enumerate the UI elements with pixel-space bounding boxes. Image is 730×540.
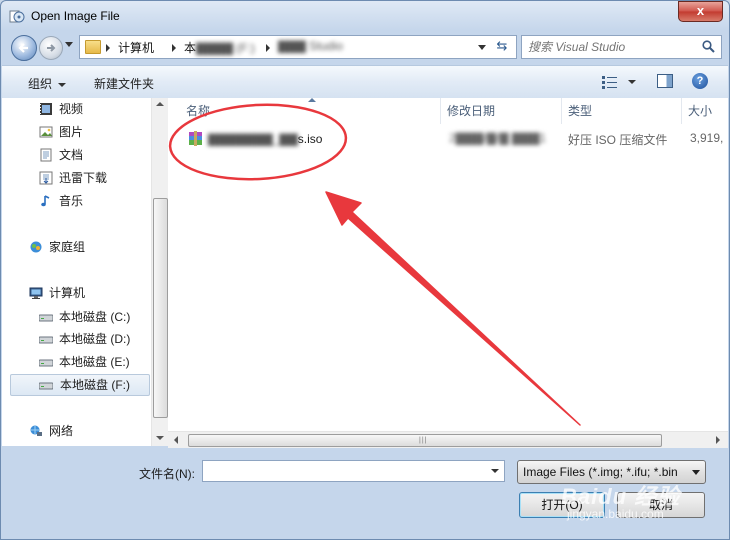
file-modified: 2▇▇▇/▇/▇ ▇▇▇1 — [449, 131, 547, 145]
scrollbar-thumb[interactable]: ||| — [188, 434, 662, 447]
archive-file-icon — [189, 131, 202, 146]
breadcrumb-separator-icon[interactable] — [266, 44, 270, 52]
sidebar-item-drive-f[interactable]: 本地磁盘 (F:) — [10, 374, 150, 396]
file-type-filter-value: Image Files (*.img; *.ifu; *.bin — [523, 465, 678, 479]
drive-icon — [39, 314, 53, 322]
file-list-hscrollbar[interactable]: ||| — [168, 431, 728, 448]
sidebar-item-label: 本地磁盘 (C:) — [59, 310, 131, 324]
scroll-left-icon[interactable] — [174, 436, 178, 444]
breadcrumb-folder[interactable]: ▇▇▇ Studio — [278, 39, 343, 53]
sidebar-item-label: 本地磁盘 (E:) — [59, 355, 130, 369]
scroll-down-icon[interactable] — [156, 436, 164, 440]
navigation-pane: 视频 图片 文档 迅雷下载 音乐 家庭组 计算机 本地磁盘 (C:) 本地磁盘 … — [2, 98, 152, 446]
download-icon — [39, 171, 53, 185]
refresh-icon[interactable]: ⇆ — [492, 38, 512, 55]
sidebar-item-label: 迅雷下载 — [59, 171, 108, 185]
organize-menu[interactable]: 组织 — [28, 75, 67, 92]
back-button[interactable] — [11, 35, 37, 61]
app-icon — [9, 10, 25, 23]
breadcrumb-drive[interactable]: 本▇▇▇▇ (F:) — [184, 39, 255, 56]
picture-icon — [39, 126, 53, 138]
close-icon: x — [696, 3, 705, 18]
column-header-type[interactable]: 类型 — [562, 98, 682, 124]
view-options-icon[interactable] — [602, 75, 618, 89]
forward-arrow-icon — [47, 44, 56, 52]
navigation-scrollbar[interactable] — [151, 98, 168, 446]
document-icon — [40, 148, 52, 162]
filename-label: 文件名(N): — [139, 467, 195, 481]
breadcrumb-drive-blurred: ▇▇▇▇ (F:) — [196, 41, 255, 55]
chevron-down-icon — [58, 82, 67, 87]
window-title: Open Image File — [31, 9, 120, 23]
video-icon — [40, 103, 52, 115]
command-bar: 组织 新建文件夹 ? — [2, 65, 728, 99]
chevron-down-icon — [692, 470, 700, 475]
column-header-modified[interactable]: 修改日期 — [441, 98, 562, 124]
sidebar-item-label: 视频 — [59, 102, 84, 116]
file-row[interactable]: ▇▇▇▇▇▇▇_▇▇s.iso 2▇▇▇/▇/▇ ▇▇▇1 好压 ISO 压缩文… — [168, 128, 728, 150]
search-box[interactable] — [521, 35, 722, 59]
drive-icon — [39, 336, 53, 344]
sidebar-item-label: 家庭组 — [49, 240, 86, 254]
computer-icon — [29, 287, 43, 299]
close-button[interactable]: x — [678, 1, 723, 22]
watermark-url: jingyan.baidu.com — [567, 507, 664, 521]
file-name-suffix: s.iso — [297, 132, 323, 146]
sidebar-item-label: 音乐 — [59, 194, 84, 208]
preview-pane-icon[interactable] — [657, 74, 673, 88]
search-icon[interactable] — [702, 40, 715, 53]
open-image-dialog: Open Image File x 计算机 本▇▇▇▇ (F:) ▇▇▇ Stu… — [0, 0, 730, 540]
organize-label: 组织 — [28, 77, 53, 91]
column-header-size[interactable]: 大小 — [682, 98, 728, 124]
chevron-down-icon[interactable] — [491, 469, 499, 473]
recent-pages-dropdown-icon[interactable] — [65, 42, 73, 47]
help-icon[interactable]: ? — [692, 73, 708, 89]
homegroup-icon — [30, 241, 42, 253]
file-name: ▇▇▇▇▇▇▇_▇▇s.iso — [208, 132, 322, 146]
network-icon — [30, 425, 42, 436]
sidebar-item-label: 本地磁盘 (F:) — [60, 378, 130, 392]
file-name-blurred: ▇▇▇▇▇▇▇_▇▇ — [208, 132, 298, 146]
scrollbar-thumb[interactable] — [153, 198, 168, 418]
title-bar: Open Image File x — [1, 1, 729, 31]
sidebar-item-label: 图片 — [59, 125, 84, 139]
grip-icon: ||| — [419, 437, 428, 444]
sidebar-item-label: 网络 — [49, 424, 74, 438]
sidebar-item-label: 计算机 — [49, 286, 86, 300]
scroll-up-icon[interactable] — [156, 102, 164, 106]
search-input[interactable] — [526, 38, 700, 56]
view-dropdown-icon[interactable] — [628, 80, 636, 84]
file-type: 好压 ISO 压缩文件 — [568, 133, 668, 147]
file-size: 3,919, — [690, 131, 724, 145]
music-icon — [41, 195, 50, 207]
sidebar-item-label: 文档 — [59, 148, 84, 162]
sidebar-item-label: 本地磁盘 (D:) — [59, 332, 131, 346]
drive-icon — [39, 359, 53, 367]
folder-icon — [85, 40, 101, 54]
filename-input[interactable] — [206, 463, 490, 481]
breadcrumb-drive-prefix: 本 — [184, 41, 197, 55]
forward-button[interactable] — [39, 36, 63, 60]
column-header-name[interactable]: 名称 — [180, 98, 441, 124]
address-dropdown-icon[interactable] — [478, 45, 486, 50]
breadcrumb-computer[interactable]: 计算机 — [118, 39, 154, 56]
scroll-right-icon[interactable] — [716, 436, 720, 444]
filename-combobox[interactable] — [202, 460, 505, 482]
address-bar[interactable]: 计算机 本▇▇▇▇ (F:) ▇▇▇ Studio ⇆ — [79, 35, 517, 59]
back-arrow-icon — [18, 43, 28, 53]
new-folder-button[interactable]: 新建文件夹 — [94, 75, 154, 92]
breadcrumb-separator-icon[interactable] — [172, 44, 176, 52]
breadcrumb-separator-icon[interactable] — [106, 44, 110, 52]
file-list: 名称 修改日期 类型 大小 ▇▇▇▇▇▇▇_▇▇s.iso 2▇▇▇/▇/▇ ▇… — [168, 98, 728, 446]
drive-icon — [39, 382, 53, 390]
navigation-bar: 计算机 本▇▇▇▇ (F:) ▇▇▇ Studio ⇆ — [1, 31, 729, 63]
